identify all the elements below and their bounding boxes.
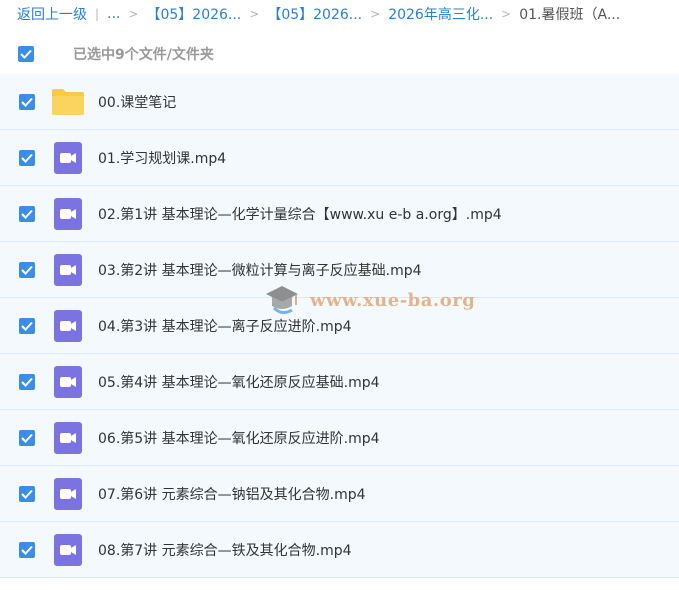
file-row[interactable]: 04.第3讲 基本理论—离子反应进阶.mp4 xyxy=(0,298,679,354)
selection-count: 已选中9个文件/文件夹 xyxy=(73,47,214,63)
video-icon xyxy=(51,477,85,511)
selection-header: 已选中9个文件/文件夹 xyxy=(0,37,679,71)
select-all-checkbox[interactable] xyxy=(18,46,34,62)
chevron-right-icon: > xyxy=(128,7,139,21)
file-name[interactable]: 04.第3讲 基本理论—离子反应进阶.mp4 xyxy=(98,316,352,336)
breadcrumb-separator: | xyxy=(95,7,100,21)
file-row[interactable]: 08.第7讲 元素综合—铁及其化合物.mp4 xyxy=(0,522,679,578)
chevron-right-icon: > xyxy=(501,7,512,21)
file-row[interactable]: 00.课堂笔记 xyxy=(0,74,679,130)
file-checkbox[interactable] xyxy=(19,541,35,558)
file-name[interactable]: 00.课堂笔记 xyxy=(98,92,176,112)
folder-icon xyxy=(51,85,85,119)
file-checkbox[interactable] xyxy=(19,373,35,390)
file-row[interactable]: 05.第4讲 基本理论—氧化还原反应基础.mp4 xyxy=(0,354,679,410)
breadcrumb: 返回上一级 | ... > 【05】2026... > 【05】2026... … xyxy=(17,0,620,28)
breadcrumb-ellipsis[interactable]: ... xyxy=(107,6,120,22)
video-icon xyxy=(51,141,85,175)
file-checkbox[interactable] xyxy=(19,317,35,334)
file-row[interactable]: 06.第5讲 基本理论—氧化还原反应进阶.mp4 xyxy=(0,410,679,466)
check-icon xyxy=(21,153,33,163)
file-name[interactable]: 02.第1讲 基本理论—化学计量综合【www.xu e-b a.org】.mp4 xyxy=(98,204,502,224)
breadcrumb-current: 01.暑假班（A... xyxy=(519,7,621,23)
check-icon xyxy=(21,209,33,219)
file-name[interactable]: 05.第4讲 基本理论—氧化还原反应基础.mp4 xyxy=(98,372,380,392)
file-row[interactable]: 01.学习规划课.mp4 xyxy=(0,130,679,186)
back-link[interactable]: 返回上一级 xyxy=(17,4,87,24)
file-name[interactable]: 08.第7讲 元素综合—铁及其化合物.mp4 xyxy=(98,540,352,560)
file-row[interactable]: 03.第2讲 基本理论—微粒计算与离子反应基础.mp4 xyxy=(0,242,679,298)
check-icon xyxy=(21,377,33,387)
chevron-right-icon: > xyxy=(249,7,260,21)
check-icon xyxy=(21,489,33,499)
file-name[interactable]: 07.第6讲 元素综合—钠铝及其化合物.mp4 xyxy=(98,484,366,504)
file-row[interactable]: 02.第1讲 基本理论—化学计量综合【www.xu e-b a.org】.mp4 xyxy=(0,186,679,242)
chevron-right-icon: > xyxy=(370,7,381,21)
file-checkbox[interactable] xyxy=(19,485,35,502)
check-icon xyxy=(21,97,33,107)
breadcrumb-item[interactable]: 【05】2026... xyxy=(267,4,362,24)
check-icon xyxy=(21,321,33,331)
check-icon xyxy=(21,545,33,555)
file-checkbox[interactable] xyxy=(19,429,35,446)
file-name[interactable]: 03.第2讲 基本理论—微粒计算与离子反应基础.mp4 xyxy=(98,260,422,280)
file-name[interactable]: 01.学习规划课.mp4 xyxy=(98,148,226,168)
video-icon xyxy=(51,253,85,287)
file-checkbox[interactable] xyxy=(19,205,35,222)
file-list: 00.课堂笔记 01.学习规划课.mp4 02.第1讲 基本理论—化学计量综合【ww… xyxy=(0,74,679,578)
check-icon xyxy=(20,49,32,59)
file-browser: 返回上一级 | ... > 【05】2026... > 【05】2026... … xyxy=(0,0,679,590)
video-icon xyxy=(51,197,85,231)
file-row[interactable]: 07.第6讲 元素综合—钠铝及其化合物.mp4 xyxy=(0,466,679,522)
file-checkbox[interactable] xyxy=(19,149,35,166)
breadcrumb-item[interactable]: 2026年高三化... xyxy=(388,4,493,24)
file-checkbox[interactable] xyxy=(19,93,35,110)
breadcrumb-item[interactable]: 【05】2026... xyxy=(146,4,241,24)
video-icon xyxy=(51,309,85,343)
video-icon xyxy=(51,365,85,399)
video-icon xyxy=(51,533,85,567)
video-icon xyxy=(51,421,85,455)
check-icon xyxy=(21,433,33,443)
file-name[interactable]: 06.第5讲 基本理论—氧化还原反应进阶.mp4 xyxy=(98,428,380,448)
check-icon xyxy=(21,265,33,275)
file-checkbox[interactable] xyxy=(19,261,35,278)
